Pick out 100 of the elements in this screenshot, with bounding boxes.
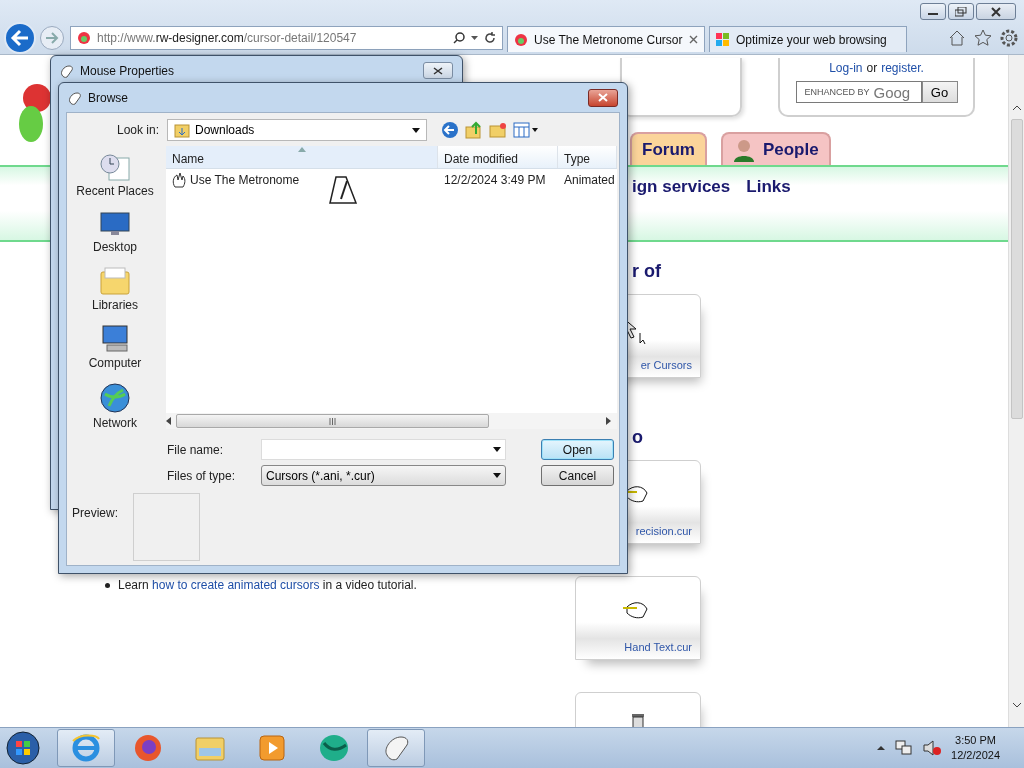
browser-tab[interactable]: Optimize your web browsing <box>709 26 907 52</box>
preview-box <box>133 493 200 561</box>
new-folder-icon[interactable] <box>489 122 507 138</box>
sub-nav-link[interactable]: Links <box>746 177 791 197</box>
globe-icon <box>318 733 350 763</box>
cancel-button[interactable]: Cancel <box>541 465 614 486</box>
fox-globe-icon <box>133 733 163 763</box>
places-item[interactable]: Network <box>93 382 137 430</box>
close-icon <box>991 6 1001 17</box>
settings-icon[interactable] <box>1000 29 1018 47</box>
search-brand-label: Goog <box>873 83 911 101</box>
close-icon <box>598 93 608 102</box>
file-name-label: File name: <box>167 442 225 457</box>
places-item[interactable]: Recent Places <box>76 152 154 198</box>
restore-button[interactable] <box>948 3 974 20</box>
clock-icon <box>99 152 131 182</box>
column-header[interactable]: Type <box>558 146 617 168</box>
home-icon[interactable] <box>948 29 966 47</box>
scroll-thumb[interactable] <box>176 414 489 428</box>
back-button[interactable] <box>4 22 36 54</box>
view-menu-icon[interactable] <box>513 122 539 138</box>
hand-cursor-icon <box>172 172 186 188</box>
window-title: Mouse Properties <box>80 63 175 78</box>
arrow-right-icon <box>606 417 612 425</box>
file-name: Use The Metronome <box>190 173 300 187</box>
nav-tab[interactable]: Forum <box>630 132 707 165</box>
register-link[interactable]: register. <box>881 61 924 75</box>
login-link[interactable]: Log-in <box>829 61 863 75</box>
sort-arrow-icon <box>298 147 306 152</box>
taskbar-app[interactable] <box>57 729 115 767</box>
file-type-dropdown[interactable]: Cursors (*.ani, *.cur) <box>261 465 506 486</box>
sub-nav-link[interactable]: ign services <box>632 177 731 197</box>
clock-date: 12/2/2024 <box>951 748 1000 763</box>
star-icon[interactable] <box>974 29 992 47</box>
dialog-title: Browse <box>88 90 128 105</box>
file-name-field[interactable] <box>261 439 506 460</box>
arrow-right-icon <box>45 32 59 44</box>
desktop-icon <box>99 210 131 238</box>
browser-tab[interactable]: Use The Metronome Cursor <box>507 26 705 52</box>
chevron-up-icon <box>1011 105 1022 111</box>
mouse-icon <box>60 63 74 78</box>
horizontal-scrollbar[interactable] <box>166 413 617 429</box>
windows-orb-icon <box>6 731 40 765</box>
column-header[interactable]: Date modified <box>438 146 558 168</box>
file-date: 12/2/2024 3:49 PM <box>443 173 547 187</box>
caret-icon <box>493 447 501 452</box>
column-header[interactable]: Name <box>166 146 438 168</box>
cursor-link[interactable]: recision.cur <box>635 525 700 537</box>
places-item[interactable]: Libraries <box>92 266 138 312</box>
address-url: http://www.rw-designer.com/cursor-detail/120547 <box>97 31 357 45</box>
tab-label: Optimize your web browsing <box>736 32 887 47</box>
close-button[interactable] <box>976 3 1016 20</box>
refresh-icon[interactable] <box>484 32 496 44</box>
clock-time: 3:50 PM <box>955 733 996 748</box>
scroll-thumb[interactable] <box>1010 119 1023 419</box>
close-button[interactable] <box>423 62 453 79</box>
file-row[interactable]: Use The Metronome 12/2/2024 3:49 PM Animated <box>166 169 617 191</box>
up-folder-icon[interactable] <box>465 121 483 139</box>
file-type-label: Files of type: <box>167 468 237 483</box>
vertical-scrollbar[interactable] <box>1008 55 1024 727</box>
metronome-icon <box>328 175 358 207</box>
section-heading: o <box>632 427 644 447</box>
cursor-card[interactable]: Hand Text.cur <box>575 576 701 660</box>
nav-tab[interactable]: People <box>720 132 831 165</box>
browser-e-icon <box>71 733 101 763</box>
chevron-up-icon[interactable] <box>877 745 886 751</box>
folder-icon <box>174 122 190 138</box>
look-in-label: Look in: <box>115 123 159 137</box>
places-item[interactable]: Desktop <box>93 210 137 254</box>
preview-label: Preview: <box>72 506 119 522</box>
enhanced-by-label: ENHANCED BY <box>804 87 870 97</box>
tutorial-link[interactable]: how to create animated cursors <box>152 578 320 592</box>
file-type: Animated <box>563 173 616 187</box>
address-bar[interactable]: http://www.rw-designer.com/cursor-detail/120547 <box>70 26 503 50</box>
search-icon[interactable] <box>453 32 465 44</box>
folder-icon <box>194 734 226 762</box>
close-icon <box>433 66 443 75</box>
caret-icon <box>471 35 478 41</box>
login-text: or <box>866 61 878 75</box>
clock[interactable]: 3:50 PM 12/2/2024 <box>951 733 1000 763</box>
go-button[interactable]: Go <box>921 81 958 103</box>
start-button[interactable] <box>3 729 43 767</box>
network-icon[interactable] <box>895 740 914 756</box>
places-item[interactable]: Computer <box>88 324 142 370</box>
section-heading: r of <box>632 261 662 281</box>
tutorial-sentence: Learn how to create animated cursors in a video tutorial. <box>118 578 417 592</box>
look-in-value: Downloads <box>195 123 255 137</box>
look-in-dropdown[interactable]: Downloads <box>167 119 427 141</box>
close-icon[interactable] <box>689 35 698 44</box>
arrow-left-icon <box>166 417 172 425</box>
minimize-button[interactable] <box>920 3 946 20</box>
caret-icon <box>412 127 420 133</box>
taskbar-app[interactable] <box>367 729 425 767</box>
speaker-muted-icon[interactable] <box>923 740 942 756</box>
cursor-link[interactable]: Hand Text.cur <box>624 641 700 653</box>
arrow-left-icon <box>10 29 30 47</box>
cursor-link[interactable]: er Cursors <box>640 359 700 371</box>
open-button[interactable]: Open <box>541 439 614 460</box>
close-button[interactable] <box>588 88 618 107</box>
search-field[interactable]: ENHANCED BY Goog <box>795 81 922 103</box>
